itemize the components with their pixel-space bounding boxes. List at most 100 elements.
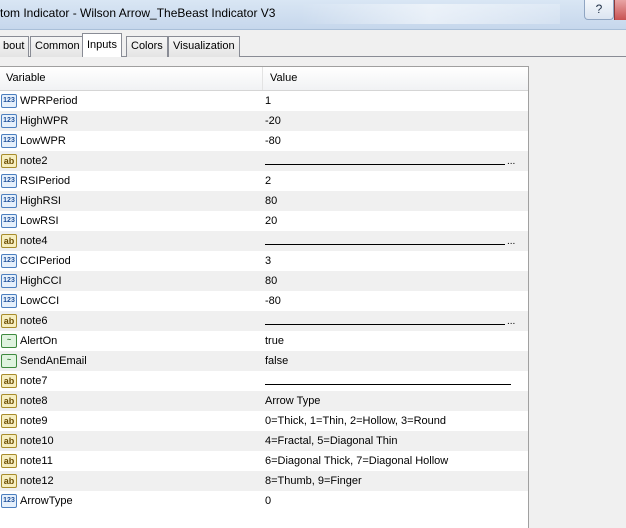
ellipsis-button[interactable]: ... <box>507 231 515 251</box>
param-value[interactable]: 8=Thumb, 9=Finger <box>265 471 362 491</box>
inputs-panel: Variable Value 123 WPRPeriod 1 123 HighWPR -2… <box>0 57 626 528</box>
string-type-icon: ab <box>1 414 17 428</box>
number-type-icon: 123 <box>1 134 17 148</box>
number-type-icon: 123 <box>1 274 17 288</box>
param-row-lowwpr[interactable]: 123 LowWPR -80 <box>0 131 528 151</box>
param-name: HighCCI <box>20 275 62 287</box>
param-value[interactable]: 20 <box>265 211 277 231</box>
string-type-icon: ab <box>1 434 17 448</box>
tab-strip: bout Common Inputs Colors Visualization <box>0 30 626 57</box>
string-type-icon: ab <box>1 154 17 168</box>
param-row-note4[interactable]: ab note4... <box>0 231 528 251</box>
window-title: tom Indicator - Wilson Arrow_TheBeast In… <box>0 6 276 20</box>
param-row-wprperiod[interactable]: 123 WPRPeriod 1 <box>0 91 528 111</box>
param-name: LowWPR <box>20 135 66 147</box>
string-type-icon: ab <box>1 454 17 468</box>
ellipsis-button[interactable]: ... <box>507 151 515 171</box>
param-value[interactable]: 4=Fractal, 5=Diagonal Thin <box>265 431 398 451</box>
close-button[interactable] <box>614 0 626 20</box>
number-type-icon: 123 <box>1 174 17 188</box>
param-row-note11[interactable]: ab note11 6=Diagonal Thick, 7=Diagonal Hol… <box>0 451 528 471</box>
param-row-rsiperiod[interactable]: 123 RSIPeriod 2 <box>0 171 528 191</box>
tab-visualization[interactable]: Visualization <box>168 36 240 57</box>
param-name: WPRPeriod <box>20 95 78 107</box>
param-name: note2 <box>20 155 48 167</box>
param-name: LowRSI <box>20 215 59 227</box>
string-type-icon: ab <box>1 314 17 328</box>
param-row-note7[interactable]: ab note7 <box>0 371 528 391</box>
column-header-value[interactable]: Value <box>270 67 297 90</box>
title-bar-blur <box>300 4 560 24</box>
param-value[interactable]: 80 <box>265 191 277 211</box>
column-divider[interactable] <box>262 67 263 90</box>
grid-header: Variable Value <box>0 67 528 91</box>
param-value[interactable]: 2 <box>265 171 271 191</box>
param-name: note8 <box>20 395 48 407</box>
param-row-highwpr[interactable]: 123 HighWPR -20 <box>0 111 528 131</box>
param-value[interactable]: 0 <box>265 491 271 511</box>
param-name: HighRSI <box>20 195 61 207</box>
bool-type-icon: ~ <box>1 334 17 348</box>
string-type-icon: ab <box>1 374 17 388</box>
tab-about[interactable]: bout <box>0 36 30 57</box>
number-type-icon: 123 <box>1 214 17 228</box>
param-name: note10 <box>20 435 54 447</box>
number-type-icon: 123 <box>1 194 17 208</box>
param-value[interactable]: 6=Diagonal Thick, 7=Diagonal Hollow <box>265 451 448 471</box>
param-value[interactable]: true <box>265 331 284 351</box>
param-value[interactable]: false <box>265 351 288 371</box>
param-row-arrowtype[interactable]: 123 ArrowType 0 <box>0 491 528 511</box>
number-type-icon: 123 <box>1 94 17 108</box>
param-name: RSIPeriod <box>20 175 71 187</box>
ellipsis-button[interactable]: ... <box>507 311 515 331</box>
help-button[interactable]: ? <box>584 0 614 20</box>
param-name: CCIPeriod <box>20 255 71 267</box>
param-row-highrsi[interactable]: 123 HighRSI 80 <box>0 191 528 211</box>
column-header-variable[interactable]: Variable <box>6 67 46 90</box>
param-row-lowcci[interactable]: 123 LowCCI -80 <box>0 291 528 311</box>
param-row-note10[interactable]: ab note10 4=Fractal, 5=Diagonal Thin <box>0 431 528 451</box>
param-value[interactable]: -80 <box>265 291 281 311</box>
param-row-note2[interactable]: ab note2... <box>0 151 528 171</box>
param-row-highcci[interactable]: 123 HighCCI 80 <box>0 271 528 291</box>
bool-type-icon: ~ <box>1 354 17 368</box>
title-bar: tom Indicator - Wilson Arrow_TheBeast In… <box>0 0 626 30</box>
param-name: note7 <box>20 375 48 387</box>
param-name: HighWPR <box>20 115 69 127</box>
string-type-icon: ab <box>1 394 17 408</box>
param-value[interactable]: -80 <box>265 131 281 151</box>
tab-inputs[interactable]: Inputs <box>82 33 122 57</box>
param-value[interactable]: -20 <box>265 111 281 131</box>
param-value[interactable]: 0=Thick, 1=Thin, 2=Hollow, 3=Round <box>265 411 446 431</box>
param-value[interactable]: 3 <box>265 251 271 271</box>
tab-common[interactable]: Common <box>30 36 85 57</box>
param-name: ArrowType <box>20 495 73 507</box>
param-row-sendanemail[interactable]: ~ SendAnEmail false <box>0 351 528 371</box>
param-row-note9[interactable]: ab note9 0=Thick, 1=Thin, 2=Hollow, 3=Roun… <box>0 411 528 431</box>
param-row-note6[interactable]: ab note6... <box>0 311 528 331</box>
param-row-lowrsi[interactable]: 123 LowRSI 20 <box>0 211 528 231</box>
param-name: SendAnEmail <box>20 355 87 367</box>
separator-line <box>265 384 511 385</box>
param-row-alerton[interactable]: ~ AlertOn true <box>0 331 528 351</box>
param-name: note11 <box>20 455 53 467</box>
param-value[interactable]: Arrow Type <box>265 391 320 411</box>
param-name: note9 <box>20 415 48 427</box>
tab-colors[interactable]: Colors <box>126 36 168 57</box>
string-type-icon: ab <box>1 474 17 488</box>
param-value[interactable]: 80 <box>265 271 277 291</box>
param-row-cciperiod[interactable]: 123 CCIPeriod 3 <box>0 251 528 271</box>
param-name: note6 <box>20 315 48 327</box>
number-type-icon: 123 <box>1 294 17 308</box>
number-type-icon: 123 <box>1 254 17 268</box>
inputs-grid: Variable Value 123 WPRPeriod 1 123 HighWPR -2… <box>0 66 529 528</box>
param-name: note4 <box>20 235 48 247</box>
separator-line <box>265 164 505 165</box>
param-value[interactable]: 1 <box>265 91 271 111</box>
separator-line <box>265 324 505 325</box>
separator-line <box>265 244 505 245</box>
param-name: note12 <box>20 475 54 487</box>
param-row-note12[interactable]: ab note12 8=Thumb, 9=Finger <box>0 471 528 491</box>
param-name: AlertOn <box>20 335 58 347</box>
param-row-note8[interactable]: ab note8 Arrow Type <box>0 391 528 411</box>
